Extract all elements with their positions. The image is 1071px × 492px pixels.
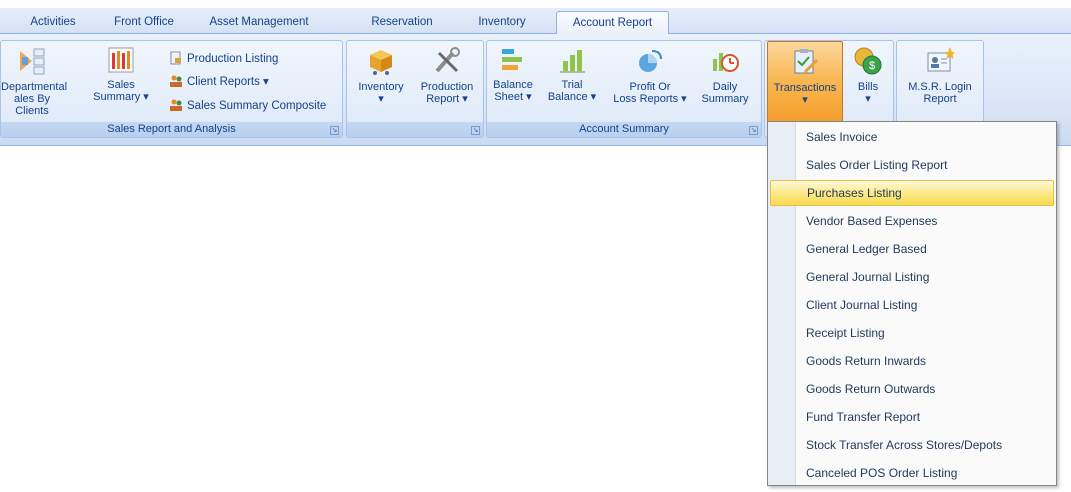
production-report-line2: Report ▾ [426, 93, 468, 105]
menu-item-vendor-based-expenses[interactable]: Vendor Based Expenses [770, 208, 1054, 234]
departmental-sales-button[interactable]: Departmental ales By Clients [1, 41, 68, 121]
menu-item-canceled-pos-order-listing[interactable]: Canceled POS Order Listing [770, 460, 1054, 486]
tab-activities[interactable]: Activities [14, 11, 92, 34]
balance-bars-icon [502, 49, 522, 70]
inventory-button[interactable]: Inventory ▾ [350, 41, 412, 121]
clipboard-pencil-icon [794, 49, 819, 74]
transactions-dropdown-menu: Sales Invoice Sales Order Listing Report… [767, 121, 1057, 486]
msr-line2: Report [923, 93, 957, 105]
group-label-sales: Sales Report and Analysis [1, 122, 342, 137]
bills-line2: ▾ [865, 93, 871, 105]
id-card-icon [927, 47, 955, 72]
trial-balance-line2: Balance ▾ [547, 91, 597, 103]
daily-summary-line2: Summary [701, 93, 749, 105]
profit-loss-line1: Profit Or [629, 81, 671, 93]
msr-login-report-button[interactable]: M.S.R. Login Report [901, 41, 979, 121]
balance-sheet-button[interactable]: Balance Sheet ▾ [489, 41, 537, 121]
departmental-label-line2: ales By Clients [13, 93, 51, 117]
client-reports-button[interactable]: Client Reports ▾ [169, 73, 269, 91]
ribbon-tabstrip: Activities Front Office Asset Management… [0, 8, 1071, 35]
production-report-button[interactable]: Production Report ▾ [414, 41, 480, 121]
sales-summary-button[interactable]: Sales Summary ▾ [93, 41, 149, 121]
group-label-account-summary: Account Summary [487, 122, 761, 137]
pie-arrow-icon [639, 50, 662, 72]
production-listing-label: Production Listing [187, 53, 279, 65]
menu-item-client-journal-listing[interactable]: Client Journal Listing [770, 292, 1054, 318]
bills-line1: Bills [857, 81, 879, 93]
sales-summary-line1: Sales [107, 79, 135, 91]
tools-icon [435, 47, 460, 73]
sales-bars-icon [108, 47, 134, 73]
departmental-label-line1: Departmental [1, 81, 68, 93]
inventory-line2: ▾ [378, 93, 384, 105]
bills-button[interactable]: $ Bills ▾ [845, 41, 891, 121]
menu-item-purchases-listing[interactable]: Purchases Listing [770, 180, 1054, 206]
departmental-chart-icon [20, 48, 45, 75]
msr-line1: M.S.R. Login [908, 81, 972, 93]
tab-asset-management[interactable]: Asset Management [196, 11, 322, 34]
profit-loss-line2: Loss Reports ▾ [613, 93, 687, 105]
menu-item-sales-order-listing-report[interactable]: Sales Order Listing Report [770, 152, 1054, 178]
document-lock-icon [170, 51, 181, 65]
menu-item-receipt-listing[interactable]: Receipt Listing [770, 320, 1054, 346]
group-account-summary: Balance Sheet ▾ Trial Balance ▾ Profit O… [486, 40, 762, 138]
sales-summary-composite-button[interactable]: Sales Summary Composite [169, 97, 326, 115]
balance-sheet-line1: Balance [493, 79, 533, 91]
tab-reservation[interactable]: Reservation [357, 11, 447, 34]
menu-item-fund-transfer-report[interactable]: Fund Transfer Report [770, 404, 1054, 430]
dialog-launcher-icon[interactable]: ↘ [471, 126, 480, 135]
transactions-line2: ▾ [802, 94, 808, 106]
menu-item-general-ledger-based[interactable]: General Ledger Based [770, 236, 1054, 262]
dialog-launcher-icon[interactable]: ↘ [749, 126, 758, 135]
menu-item-goods-return-inwards[interactable]: Goods Return Inwards [770, 348, 1054, 374]
inventory-line1: Inventory [358, 81, 404, 93]
menu-item-goods-return-outwards[interactable]: Goods Return Outwards [770, 376, 1054, 402]
group-label-inventory [347, 122, 483, 137]
group-sales-report-analysis: Departmental ales By Clients Sales Summa… [0, 40, 343, 138]
client-reports-label: Client Reports ▾ [187, 76, 269, 88]
daily-summary-button[interactable]: Daily Summary [697, 41, 753, 121]
menu-item-sales-invoice[interactable]: Sales Invoice [770, 124, 1054, 150]
tab-account-report[interactable]: Account Report [556, 11, 669, 35]
balance-sheet-line2: Sheet ▾ [494, 91, 532, 103]
chart-clock-icon [713, 53, 739, 72]
dialog-launcher-icon[interactable]: ↘ [330, 126, 339, 135]
trial-balance-button[interactable]: Trial Balance ▾ [541, 41, 603, 121]
menu-item-general-journal-listing[interactable]: General Journal Listing [770, 264, 1054, 290]
menu-item-stock-transfer[interactable]: Stock Transfer Across Stores/Depots [770, 432, 1054, 458]
group-inventory-production: Inventory ▾ Production Report ▾ ↘ [346, 40, 484, 138]
production-listing-button[interactable]: Production Listing [169, 50, 278, 68]
profit-loss-button[interactable]: Profit Or Loss Reports ▾ [605, 41, 695, 121]
box-cart-icon [370, 50, 392, 75]
trial-bars-icon [560, 50, 585, 73]
coins-icon: $ [854, 47, 882, 75]
trial-balance-line1: Trial [561, 79, 583, 91]
tab-front-office[interactable]: Front Office [104, 11, 184, 34]
production-report-line1: Production [420, 81, 474, 93]
daily-summary-line1: Daily [712, 81, 738, 93]
sales-summary-line2: Summary ▾ [93, 91, 149, 103]
sales-summary-composite-label: Sales Summary Composite [187, 100, 327, 112]
people-group-icon [170, 99, 182, 111]
transactions-line1: Transactions [773, 82, 837, 94]
people-icon [170, 75, 182, 87]
svg-text:$: $ [869, 60, 875, 72]
tab-inventory[interactable]: Inventory [462, 11, 542, 34]
transactions-button[interactable]: Transactions ▾ [767, 41, 843, 125]
